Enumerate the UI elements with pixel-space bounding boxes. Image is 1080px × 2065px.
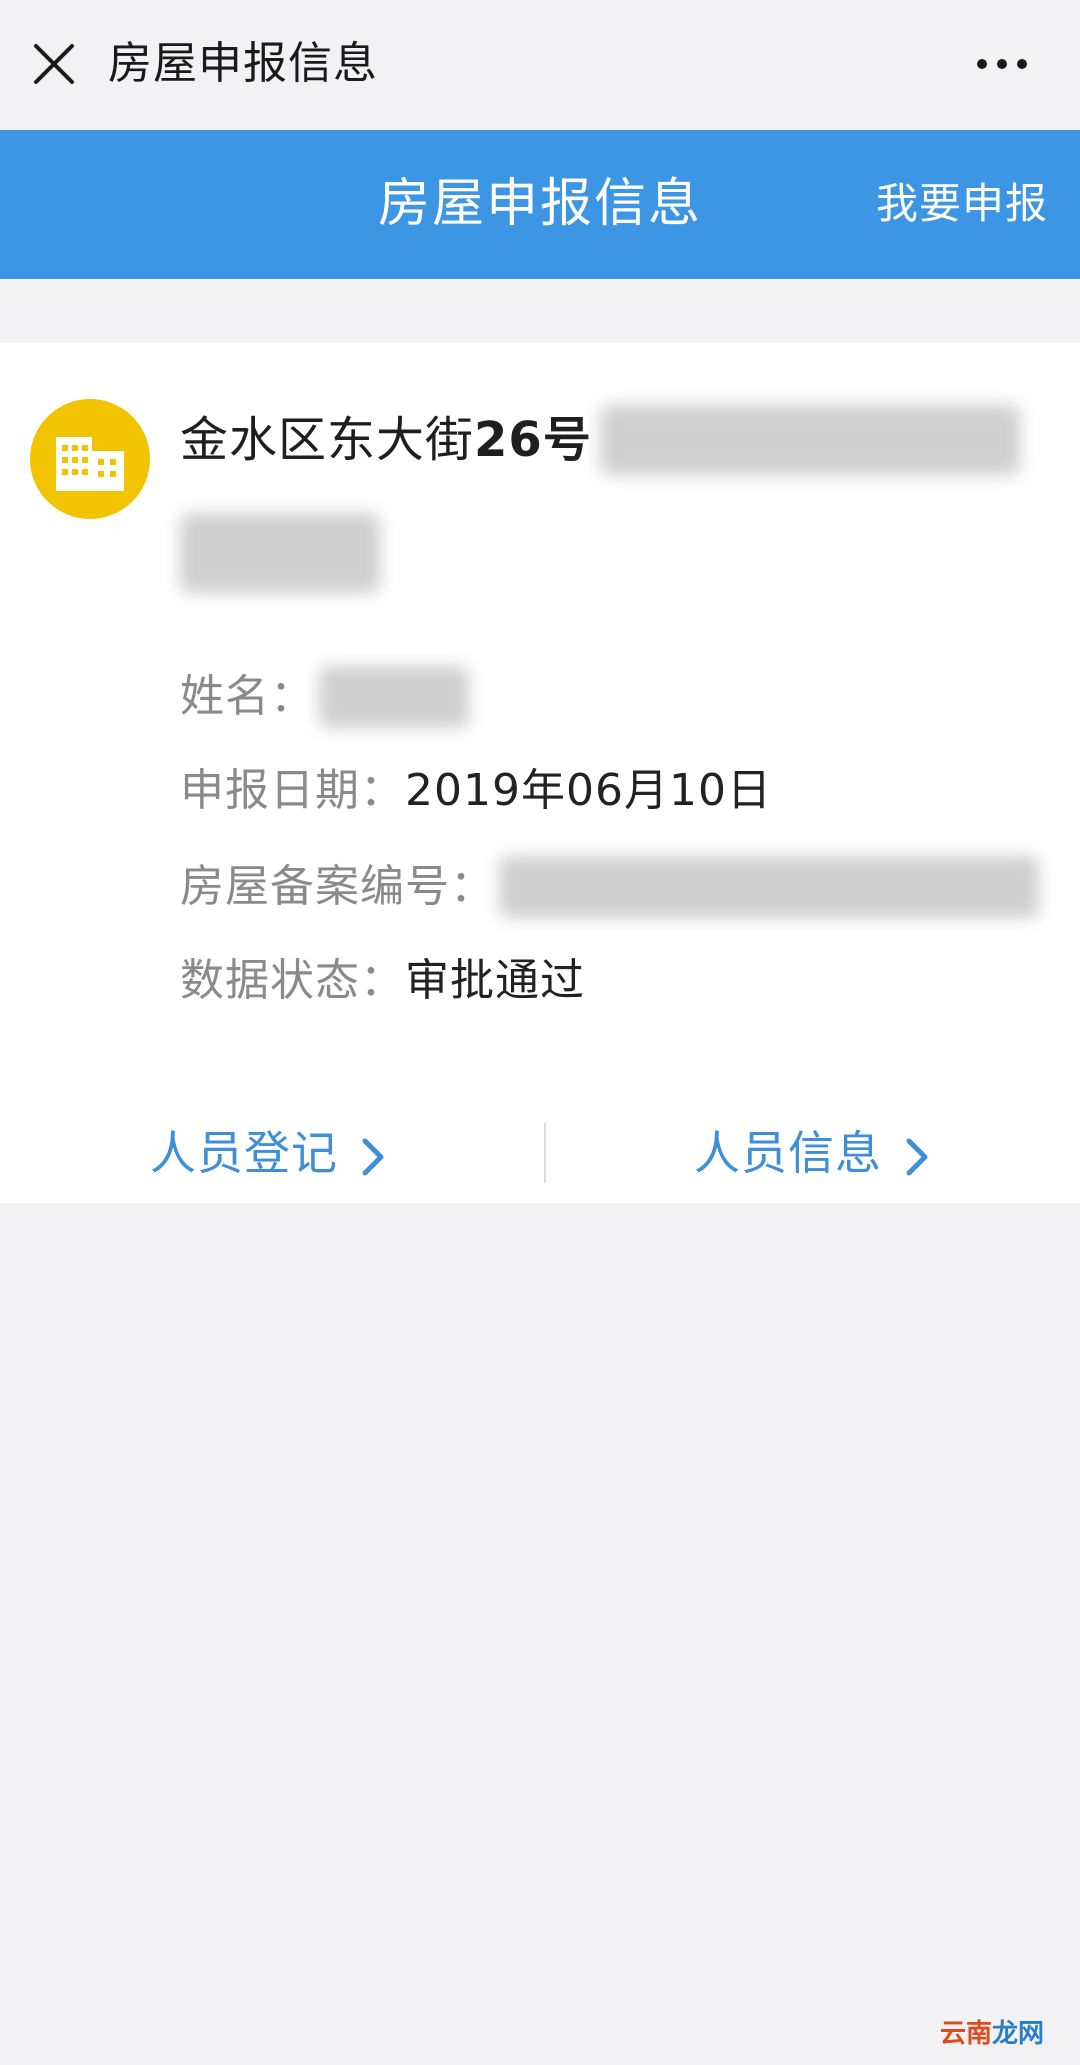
field-label: 房屋备案编号： (180, 861, 495, 912)
watermark-text: 龙网 (991, 2019, 1044, 2049)
field-report-date: 申报日期：2019年06月10日 (180, 757, 772, 823)
field-label: 姓名： (180, 671, 315, 722)
chevron-right-icon (362, 1138, 384, 1175)
redacted-address (599, 405, 1020, 475)
redacted-record-number (499, 856, 1039, 918)
personnel-register-link[interactable]: 人员登记 (150, 1103, 386, 1203)
redacted-name (319, 666, 469, 728)
close-button[interactable] (28, 38, 80, 90)
action-label: 人员信息 (694, 1126, 882, 1180)
more-button[interactable] (972, 44, 1032, 84)
redacted-address-line2 (180, 513, 380, 593)
field-label: 数据状态： (180, 955, 405, 1006)
title-bar: 房屋申报信息 (0, 0, 1080, 130)
field-value: 审批通过 (405, 955, 585, 1006)
field-value: 2019年06月10日 (405, 765, 772, 816)
declare-button[interactable]: 我要申报 (876, 174, 1048, 234)
chevron-right-icon (906, 1138, 928, 1175)
building-icon (56, 437, 124, 491)
field-record-number: 房屋备案编号： (180, 853, 1039, 919)
watermark: 云南龙网 (940, 2017, 1044, 2051)
page-header: 房屋申报信息 我要申报 (0, 130, 1080, 279)
field-label: 申报日期： (180, 765, 405, 816)
field-name: 姓名： (180, 663, 469, 729)
window-title: 房屋申报信息 (108, 38, 378, 89)
action-label: 人员登记 (150, 1126, 338, 1180)
house-record-card: 金水区东大街26号 姓名： 申报日期：2019年06月10日 房屋备案编号： 数… (0, 343, 1080, 1203)
watermark-text: 云南 (939, 2019, 992, 2049)
avatar (30, 399, 150, 519)
more-icon (977, 59, 1027, 69)
field-data-status: 数据状态：审批通过 (180, 947, 585, 1013)
card-actions: 人员登记 人员信息 (0, 1103, 1080, 1203)
close-icon (34, 44, 74, 84)
actions-divider (544, 1123, 546, 1183)
address-text: 金水区东大街26号 (180, 412, 592, 468)
personnel-info-link[interactable]: 人员信息 (694, 1103, 930, 1203)
